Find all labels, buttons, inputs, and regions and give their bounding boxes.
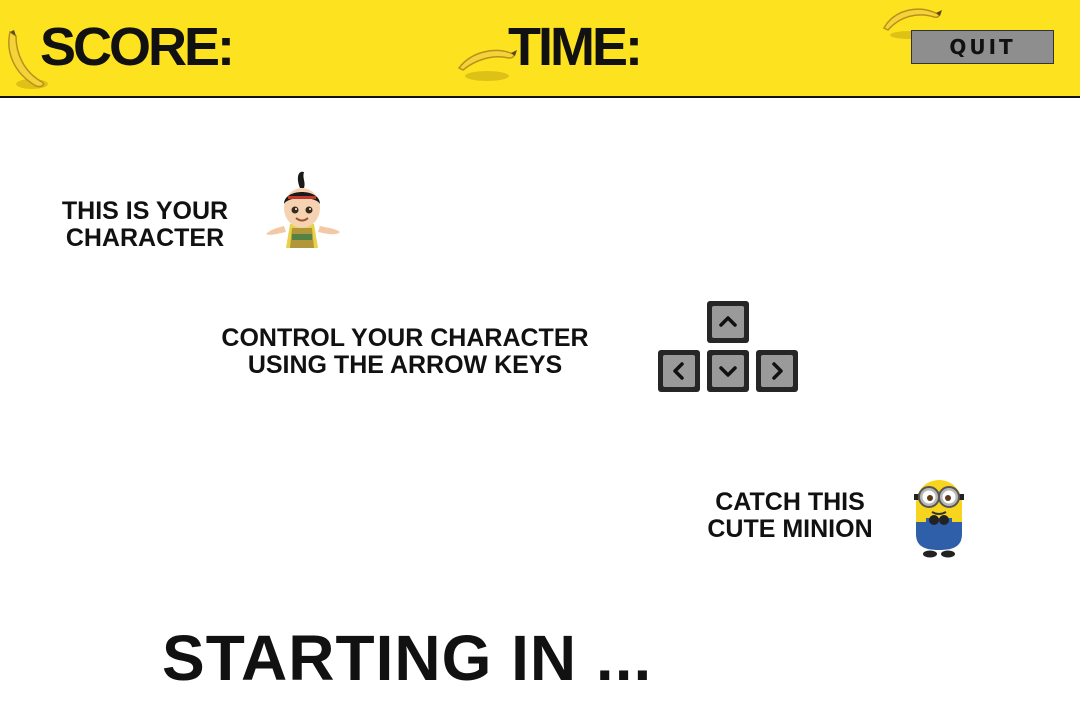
instruction-line: THIS IS YOUR [61, 197, 229, 225]
score-label: SCORE: [40, 17, 235, 77]
arrow-left-key-icon [658, 350, 700, 392]
countdown-text: STARTING IN ... [162, 622, 653, 694]
arrow-right-key-icon [756, 350, 798, 392]
instruction-line: USING THE ARROW KEYS [247, 351, 563, 379]
arrow-up-key-icon [707, 301, 749, 343]
minion-icon [914, 480, 964, 558]
catch-instruction: CATCH THIS CUTE MINION [690, 489, 890, 543]
character-instruction: THIS IS YOUR CHARACTER [40, 198, 250, 252]
time-label: TIME: [508, 17, 643, 77]
hud-bar: SCORE: TIME: QUIT [0, 0, 1080, 98]
arrow-keys-diagram [658, 301, 800, 394]
quit-button[interactable]: QUIT [911, 30, 1054, 64]
instruction-line: CATCH THIS [715, 488, 865, 516]
controls-instruction: CONTROL YOUR CHARACTER USING THE ARROW K… [190, 325, 620, 379]
instruction-line: CONTROL YOUR CHARACTER [221, 324, 589, 352]
arrow-down-key-icon [707, 350, 749, 392]
instruction-line: CHARACTER [65, 224, 225, 252]
girl-character-icon [266, 171, 340, 248]
instruction-line: CUTE MINION [707, 515, 873, 543]
